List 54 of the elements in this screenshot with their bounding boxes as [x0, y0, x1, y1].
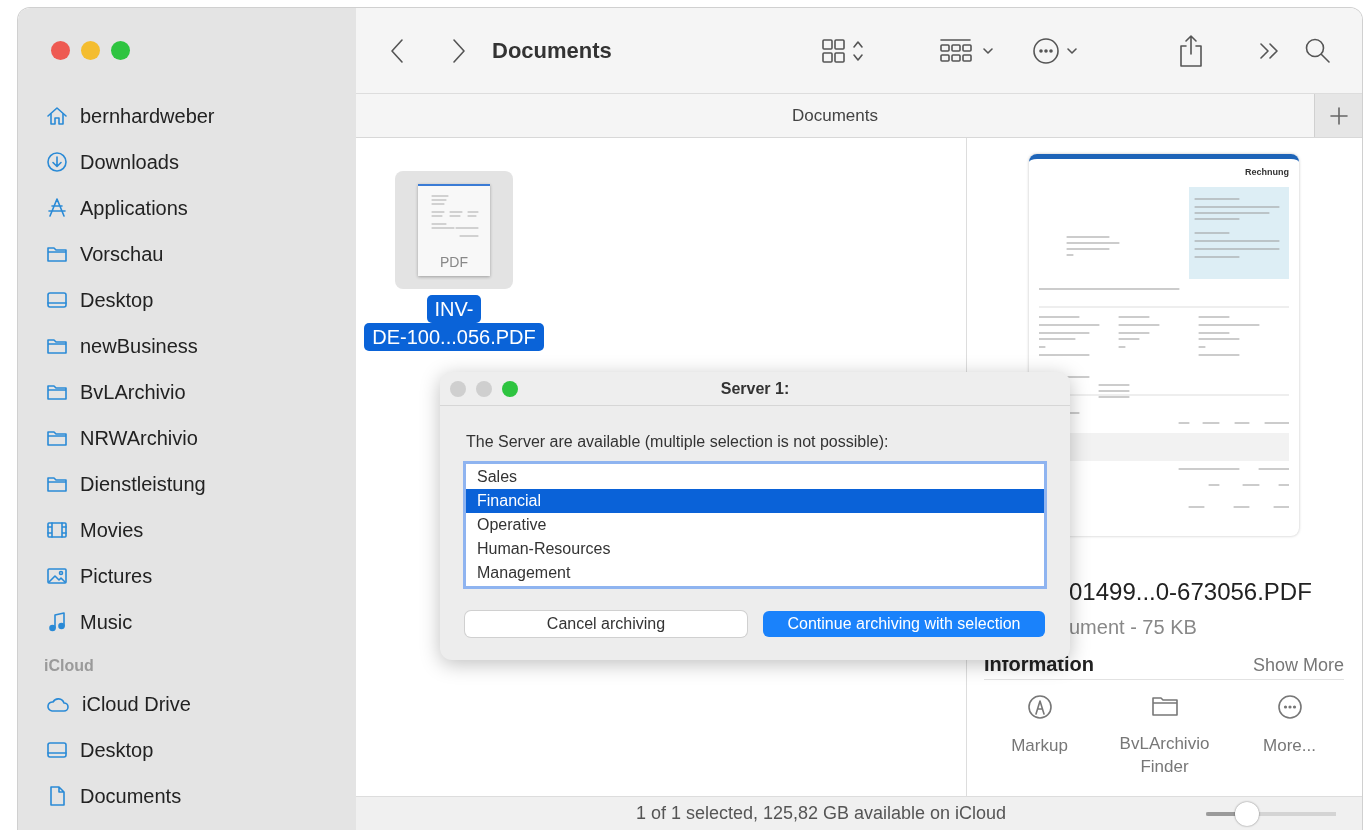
server-option[interactable]: Sales: [466, 465, 1044, 489]
sidebar-item[interactable]: Desktop: [80, 288, 154, 312]
action-label[interactable]: More...: [1263, 734, 1316, 757]
server-option[interactable]: Management: [466, 561, 1044, 585]
sidebar-item[interactable]: Pictures: [80, 564, 153, 588]
download-icon: [46, 151, 68, 173]
sidebar-item[interactable]: Documents: [80, 784, 182, 808]
sidebar-item[interactable]: bernhardweber: [80, 104, 215, 128]
section-title: Information: [984, 653, 1094, 676]
markup-icon[interactable]: [1026, 694, 1053, 720]
sidebar-item[interactable]: Music: [80, 610, 133, 634]
home-icon: [46, 105, 68, 127]
sidebar-item[interactable]: BvLArchivio: [80, 380, 186, 404]
film-icon: [46, 519, 68, 541]
sidebar-item[interactable]: iCloud Drive: [82, 692, 191, 716]
cancel-button[interactable]: Cancel archiving: [465, 611, 747, 637]
sidebar-item[interactable]: Applications: [80, 196, 188, 220]
dialog-prompt: The Server are available (multiple selection is not possible):: [466, 433, 890, 451]
close-button[interactable]: [51, 41, 70, 60]
share-icon[interactable]: [1178, 33, 1204, 68]
window-title: Documents: [492, 37, 612, 64]
desktop-icon: [46, 739, 68, 761]
file-type-label: PDF: [440, 254, 468, 270]
server-option[interactable]: Financial: [466, 489, 1044, 513]
sidebar-item[interactable]: NRWArchivio: [80, 426, 198, 450]
action-label[interactable]: BvLArchivio Finder: [1104, 732, 1225, 778]
sidebar-item[interactable]: Vorschau: [80, 242, 164, 266]
plus-icon: [1328, 105, 1349, 126]
picture-icon: [46, 565, 68, 587]
server-option[interactable]: Human-Resources: [466, 537, 1044, 561]
dialog-title: Server 1:: [720, 379, 790, 397]
show-more-link[interactable]: Show More: [1252, 655, 1344, 676]
sidebar-item[interactable]: Downloads: [80, 150, 179, 174]
slider-thumb[interactable]: [1234, 801, 1259, 826]
sidebar-item[interactable]: Movies: [80, 518, 144, 542]
section-heading: iCloud: [44, 657, 95, 676]
file-name: 01499...0-673056.PDF: [1069, 578, 1313, 606]
sidebar-item[interactable]: Dienstleistung: [80, 472, 206, 496]
search-icon[interactable]: [1304, 36, 1332, 65]
music-note-icon: [46, 611, 68, 633]
more-icon[interactable]: [1276, 694, 1303, 720]
sidebar-item[interactable]: newBusiness: [80, 334, 198, 358]
document-heading: Rechnung: [1245, 167, 1289, 177]
desktop-icon: [46, 289, 68, 311]
status-text: 1 of 1 selected, 125,82 GB available on iCloud: [634, 803, 1008, 824]
new-tab-button[interactable]: [1314, 94, 1362, 137]
server-option[interactable]: Operative: [466, 513, 1044, 537]
continue-button[interactable]: Continue archiving with selection: [763, 611, 1045, 637]
file-info: ument - 75 KB: [1069, 616, 1198, 639]
action-label[interactable]: Markup: [1011, 734, 1068, 757]
apps-icon: [46, 197, 68, 219]
folder-icon[interactable]: [1150, 694, 1179, 718]
server-list[interactable]: Sales Financial Operative Human-Resources Management: [463, 461, 1047, 589]
sidebar-item[interactable]: Desktop: [80, 738, 154, 762]
